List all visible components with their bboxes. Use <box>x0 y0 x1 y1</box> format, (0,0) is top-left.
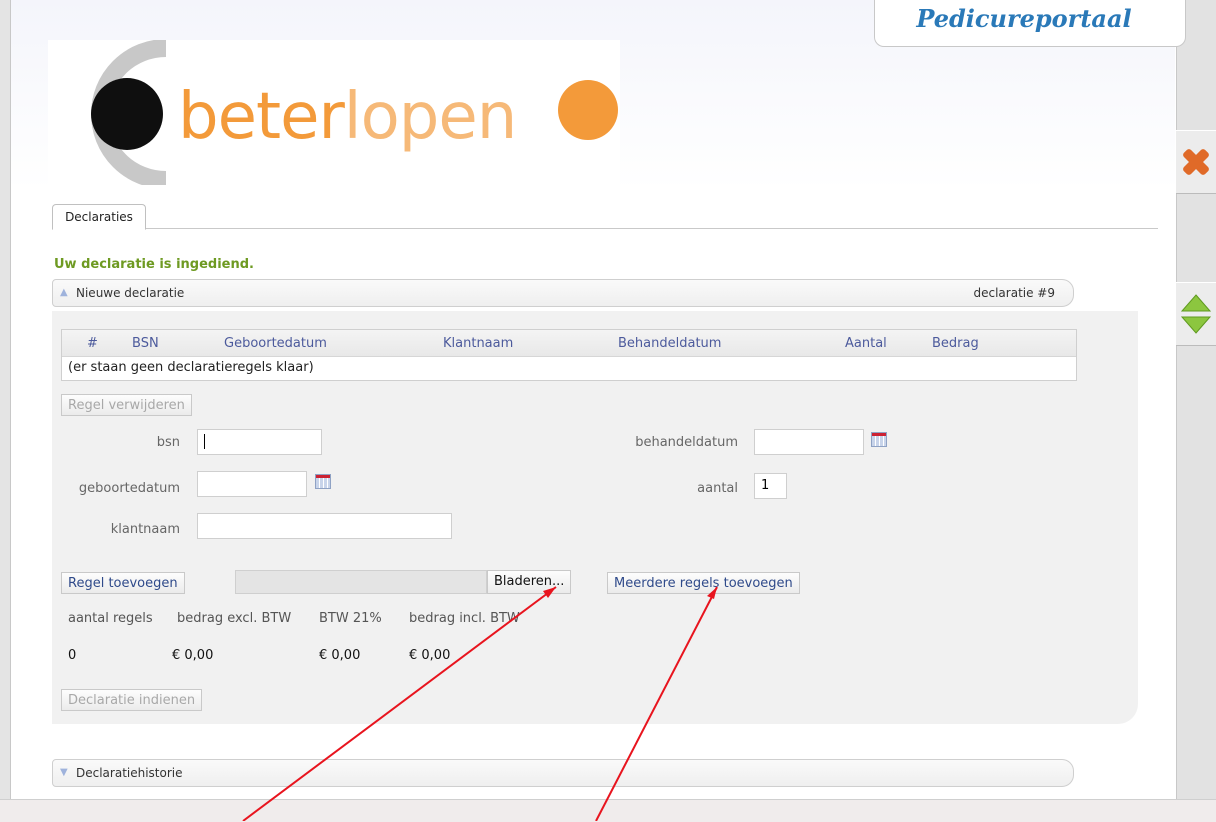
annotation-arrow <box>242 586 557 821</box>
arrowhead-icon <box>707 587 717 599</box>
annotation-arrow <box>595 586 718 821</box>
annotation-arrows <box>242 586 718 821</box>
